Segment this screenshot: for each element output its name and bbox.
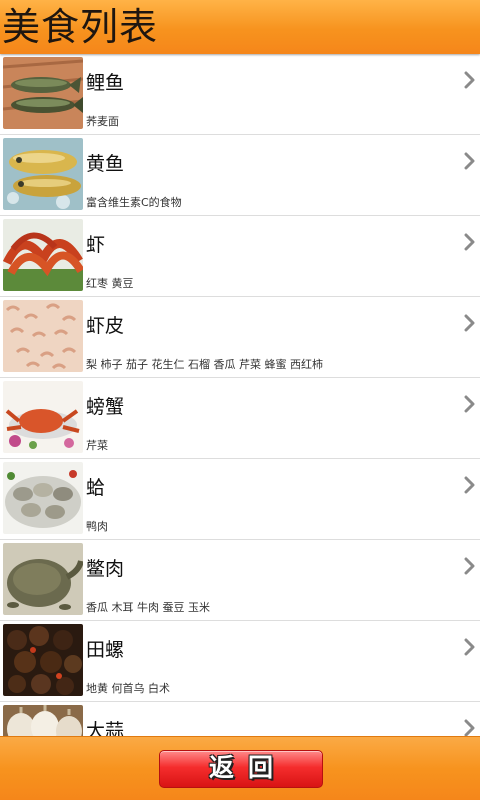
chevron-right-icon (463, 557, 477, 575)
item-title: 虾皮 (86, 315, 125, 337)
shrimp-image (3, 219, 83, 291)
list-item[interactable]: 虾皮 梨 柿子 茄子 花生仁 石榴 香瓜 芹菜 蜂蜜 西红柿 (0, 297, 480, 378)
item-subtitle: 鸭肉 (86, 520, 108, 533)
item-subtitle: 香瓜 木耳 牛肉 蚕豆 玉米 (86, 601, 210, 614)
item-title: 田螺 (86, 639, 125, 661)
crab-image (3, 381, 83, 453)
chevron-right-icon (463, 71, 477, 89)
item-title: 螃蟹 (86, 396, 125, 418)
item-title: 黄鱼 (86, 153, 125, 175)
list-item[interactable]: 螃蟹 芹菜 (0, 378, 480, 459)
item-subtitle: 富含维生素C的食物 (86, 196, 182, 209)
item-subtitle: 芹菜 (86, 439, 108, 452)
title-bar: 美食列表 (0, 0, 480, 54)
garlic-image (3, 705, 83, 736)
item-subtitle: 地黄 何首乌 白术 (86, 682, 170, 695)
river-snail-image (3, 624, 83, 696)
list-item[interactable]: 黄鱼 富含维生素C的食物 (0, 135, 480, 216)
list-item[interactable]: 大蒜 (0, 702, 480, 736)
yellow-croaker-image (3, 138, 83, 210)
chevron-right-icon (463, 314, 477, 332)
item-title: 虾 (86, 234, 106, 256)
dried-shrimp-image (3, 300, 83, 372)
list-item[interactable]: 鳖肉 香瓜 木耳 牛肉 蚕豆 玉米 (0, 540, 480, 621)
item-subtitle: 荞麦面 (86, 115, 119, 128)
clam-image (3, 462, 83, 534)
list-item[interactable]: 鲤鱼 荞麦面 (0, 54, 480, 135)
app-screen: 美食列表 鲤鱼 荞麦面 黄鱼 富含维生素C的食物 虾 红枣 黄豆 虾皮 梨 柿子… (0, 0, 480, 800)
carp-image (3, 57, 83, 129)
chevron-right-icon (463, 233, 477, 251)
chevron-right-icon (463, 638, 477, 656)
chevron-right-icon (463, 395, 477, 413)
item-title: 鳖肉 (86, 558, 125, 580)
item-subtitle: 梨 柿子 茄子 花生仁 石榴 香瓜 芹菜 蜂蜜 西红柿 (86, 358, 323, 371)
list-item[interactable]: 虾 红枣 黄豆 (0, 216, 480, 297)
list-item[interactable]: 蛤 鸭肉 (0, 459, 480, 540)
food-list[interactable]: 鲤鱼 荞麦面 黄鱼 富含维生素C的食物 虾 红枣 黄豆 虾皮 梨 柿子 茄子 花… (0, 54, 480, 736)
softshell-turtle-image (3, 543, 83, 615)
list-item[interactable]: 田螺 地黄 何首乌 白术 (0, 621, 480, 702)
item-subtitle: 红枣 黄豆 (86, 277, 134, 290)
page-title: 美食列表 (2, 5, 159, 49)
chevron-right-icon (463, 719, 477, 736)
back-button[interactable]: 返回 (159, 750, 323, 788)
bottom-bar: 返回 (0, 736, 480, 800)
chevron-right-icon (463, 152, 477, 170)
item-title: 大蒜 (86, 720, 125, 736)
back-button-label: 返回 (208, 753, 287, 782)
item-title: 蛤 (86, 477, 106, 499)
chevron-right-icon (463, 476, 477, 494)
item-title: 鲤鱼 (86, 72, 125, 94)
